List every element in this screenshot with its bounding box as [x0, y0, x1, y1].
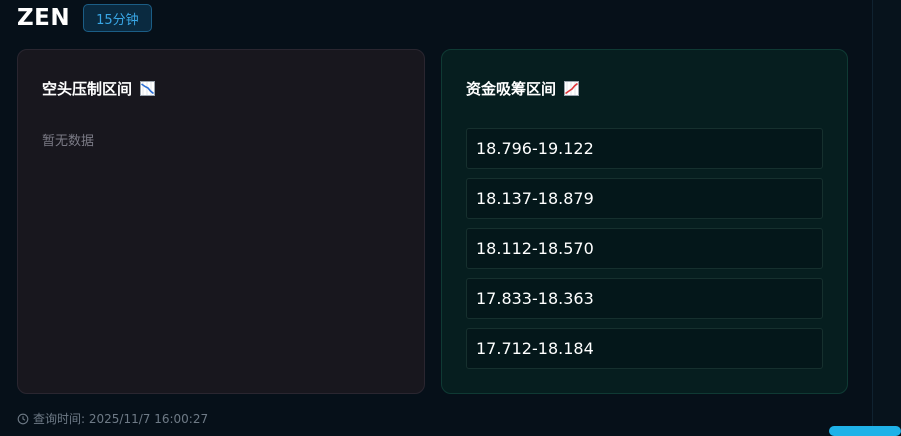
zone-item: 17.712-18.184	[466, 328, 823, 369]
short-pressure-panel: 空头压制区间 暂无数据	[17, 49, 425, 394]
zone-item: 17.833-18.363	[466, 278, 823, 319]
short-pressure-title: 空头压制区间	[42, 78, 156, 99]
zone-item: 18.112-18.570	[466, 228, 823, 269]
floating-action-pill[interactable]	[829, 426, 901, 436]
accumulation-title: 资金吸筹区间	[466, 78, 580, 99]
header: ZEN 15分钟	[17, 2, 152, 34]
empty-state-text: 暂无数据	[42, 134, 95, 149]
accumulation-zone-list: 18.796-19.122 18.137-18.879 18.112-18.57…	[466, 128, 823, 378]
accumulation-panel: 资金吸筹区间 18.796-19.122 18.137-18.879 18.11…	[441, 49, 848, 394]
clock-icon	[17, 413, 29, 425]
query-time-text: 查询时间: 2025/11/7 16:00:27	[33, 412, 209, 426]
short-pressure-title-label: 空头压制区间	[42, 80, 133, 98]
chart-decreasing-icon	[140, 81, 156, 96]
zone-item: 18.137-18.879	[466, 178, 823, 219]
symbol-title: ZEN	[17, 5, 71, 31]
timeframe-badge[interactable]: 15分钟	[83, 4, 152, 32]
side-strip	[872, 0, 901, 431]
zone-item: 18.796-19.122	[466, 128, 823, 169]
main-area: ZEN 15分钟 空头压制区间 暂无数据 资金吸筹区间 18.796-19.12…	[0, 0, 872, 431]
accumulation-title-label: 资金吸筹区间	[466, 80, 557, 98]
query-time-footer: 查询时间: 2025/11/7 16:00:27	[17, 410, 208, 427]
chart-increasing-icon	[564, 81, 580, 96]
